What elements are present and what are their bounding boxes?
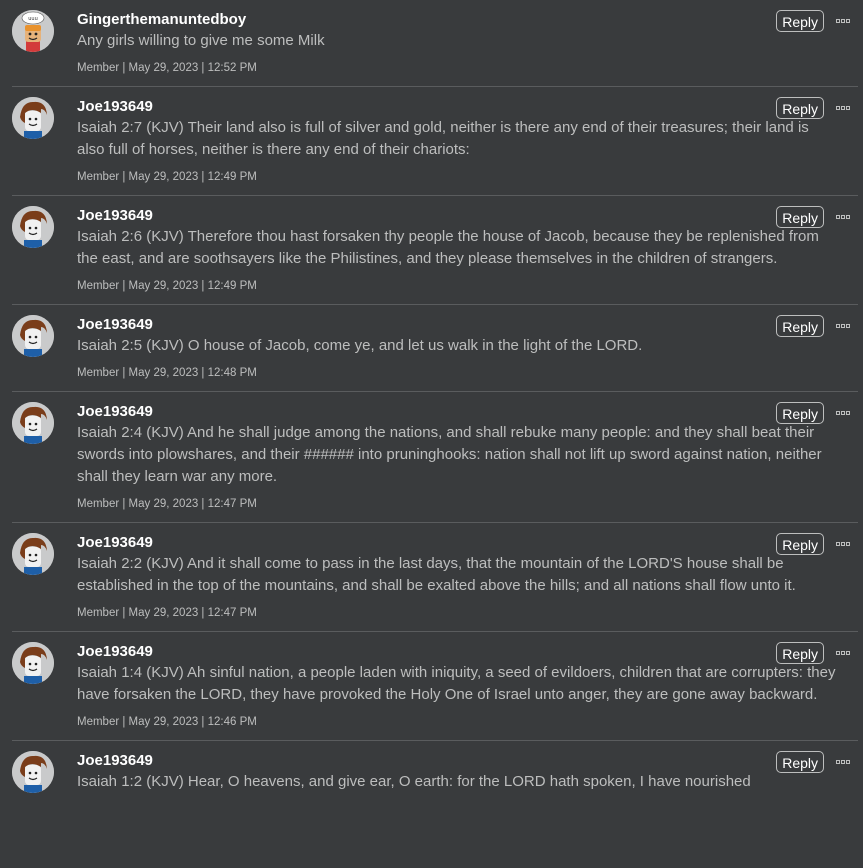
comment-username[interactable]: Gingerthemanuntedboy	[77, 10, 838, 30]
comment-meta: Member | May 29, 2023 | 12:47 PM	[77, 607, 257, 619]
more-options-icon[interactable]	[836, 315, 854, 328]
reply-button[interactable]: Reply	[776, 751, 824, 773]
comment-item: Joe193649 Isaiah 2:6 (KJV) Therefore tho…	[12, 196, 858, 305]
comment-item: Joe193649 Isaiah 2:5 (KJV) O house of Ja…	[12, 305, 858, 392]
comment-meta: Member | May 29, 2023 | 12:47 PM	[77, 498, 257, 510]
reply-button[interactable]: Reply	[776, 533, 824, 555]
default-avatar-icon[interactable]	[12, 751, 54, 793]
custom-avatar-icon[interactable]: uuu	[12, 10, 54, 52]
comment-item: Joe193649 Isaiah 1:4 (KJV) Ah sinful nat…	[12, 632, 858, 741]
comment-text: Isaiah 2:2 (KJV) And it shall come to pa…	[77, 555, 796, 594]
reply-button[interactable]: Reply	[776, 315, 824, 337]
comment-username[interactable]: Joe193649	[77, 751, 838, 771]
comment-text: Isaiah 2:6 (KJV) Therefore thou hast for…	[77, 228, 819, 267]
comment-username[interactable]: Joe193649	[77, 533, 838, 553]
reply-button[interactable]: Reply	[776, 97, 824, 119]
more-options-icon[interactable]	[836, 206, 854, 219]
more-options-icon[interactable]	[836, 97, 854, 110]
reply-button[interactable]: Reply	[776, 10, 824, 32]
comment-username[interactable]: Joe193649	[77, 97, 838, 117]
comment-meta: Member | May 29, 2023 | 12:48 PM	[77, 367, 257, 379]
default-avatar-icon[interactable]	[12, 206, 54, 248]
comment-text: Isaiah 2:4 (KJV) And he shall judge amon…	[77, 424, 822, 485]
comment-feed: uuu Gingerthemanuntedboy Any girls willi…	[0, 0, 863, 793]
default-avatar-icon[interactable]	[12, 533, 54, 575]
comment-item: Joe193649 Isaiah 2:7 (KJV) Their land al…	[12, 87, 858, 196]
reply-button[interactable]: Reply	[776, 642, 824, 664]
more-options-icon[interactable]	[836, 402, 854, 415]
default-avatar-icon[interactable]	[12, 97, 54, 139]
comment-item: Joe193649 Isaiah 2:2 (KJV) And it shall …	[12, 523, 858, 632]
comment-text: Isaiah 2:5 (KJV) O house of Jacob, come …	[77, 337, 643, 354]
comment-meta: Member | May 29, 2023 | 12:46 PM	[77, 716, 257, 728]
comment-username[interactable]: Joe193649	[77, 402, 838, 422]
more-options-icon[interactable]	[836, 10, 854, 23]
comment-item: Joe193649 Isaiah 1:2 (KJV) Hear, O heave…	[12, 741, 858, 793]
reply-button[interactable]: Reply	[776, 402, 824, 424]
default-avatar-icon[interactable]	[12, 315, 54, 357]
comment-username[interactable]: Joe193649	[77, 315, 838, 335]
reply-button[interactable]: Reply	[776, 206, 824, 228]
more-options-icon[interactable]	[836, 751, 854, 764]
default-avatar-icon[interactable]	[12, 402, 54, 444]
comment-text: Isaiah 1:2 (KJV) Hear, O heavens, and gi…	[77, 773, 751, 790]
comment-text: Any girls willing to give me some Milk	[77, 32, 325, 49]
comment-username[interactable]: Joe193649	[77, 206, 838, 226]
comment-item: uuu Gingerthemanuntedboy Any girls willi…	[12, 0, 858, 87]
comment-item: Joe193649 Isaiah 2:4 (KJV) And he shall …	[12, 392, 858, 523]
comment-text: Isaiah 2:7 (KJV) Their land also is full…	[77, 119, 809, 158]
more-options-icon[interactable]	[836, 533, 854, 546]
comment-username[interactable]: Joe193649	[77, 642, 838, 662]
default-avatar-icon[interactable]	[12, 642, 54, 684]
comment-meta: Member | May 29, 2023 | 12:49 PM	[77, 280, 257, 292]
svg-text:uuu: uuu	[28, 16, 38, 22]
comment-text: Isaiah 1:4 (KJV) Ah sinful nation, a peo…	[77, 664, 836, 703]
more-options-icon[interactable]	[836, 642, 854, 655]
comment-meta: Member | May 29, 2023 | 12:49 PM	[77, 171, 257, 183]
comment-meta: Member | May 29, 2023 | 12:52 PM	[77, 62, 257, 74]
